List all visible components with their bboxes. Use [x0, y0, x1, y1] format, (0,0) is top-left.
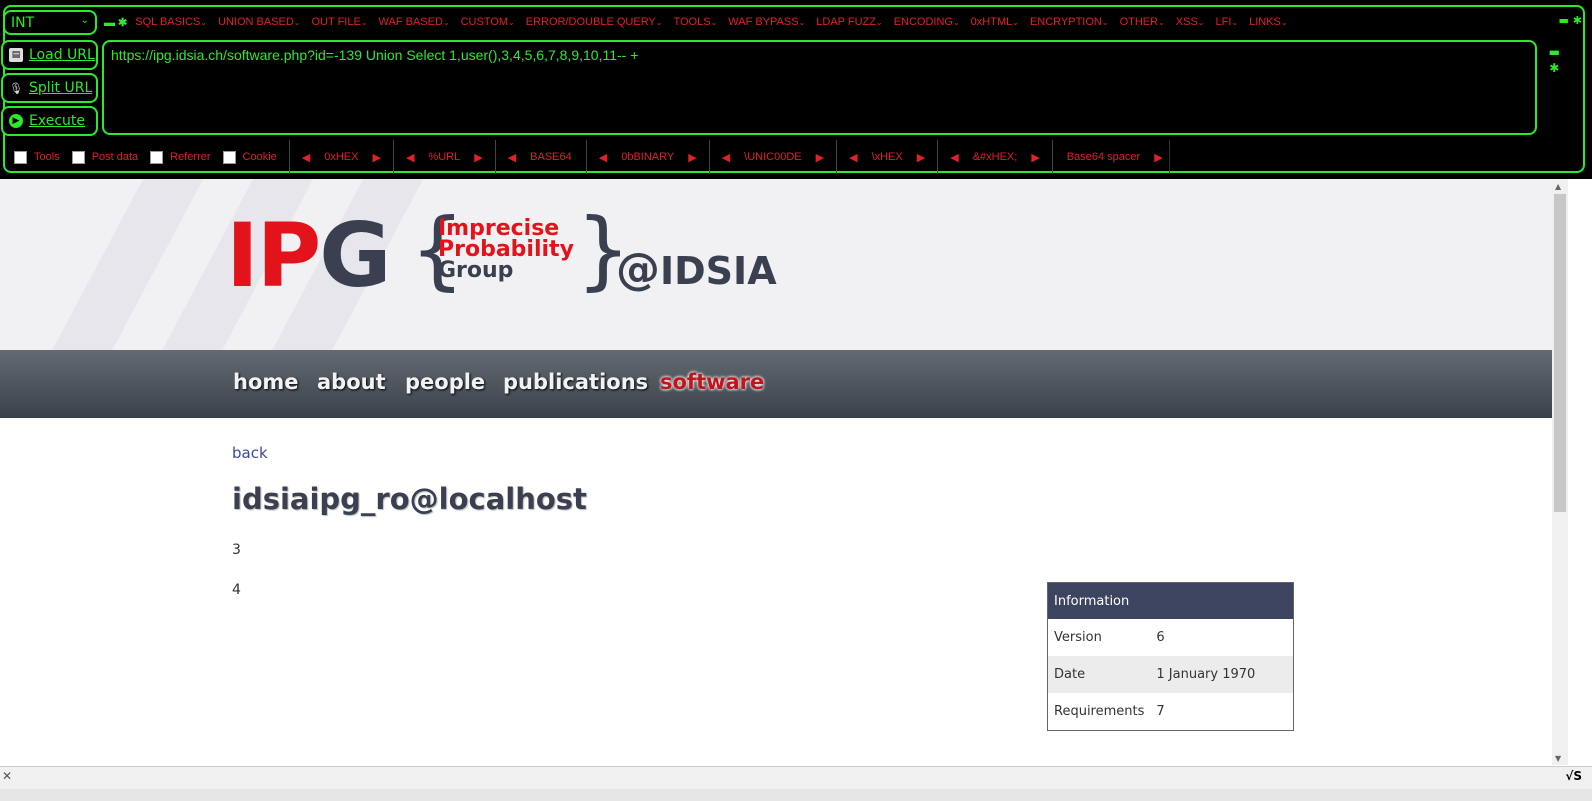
menu-ldap-fuzz[interactable]: LDAP FUZZ⌄ — [816, 16, 882, 28]
table-row: Version 6 — [1048, 619, 1294, 656]
menu-custom[interactable]: CUSTOM⌄ — [461, 16, 515, 28]
nav-software[interactable]: software — [660, 370, 764, 394]
close-icon[interactable]: ✕ — [2, 769, 12, 783]
nav-people[interactable]: people — [405, 370, 485, 394]
decode-arrow-icon[interactable]: ◀ — [508, 151, 516, 164]
scroll-down-icon[interactable]: ▼ — [1555, 754, 1561, 763]
table-row: Date 1 January 1970 — [1047, 656, 1294, 693]
nav-publications[interactable]: publications — [503, 370, 648, 394]
scrollbar-thumb[interactable] — [1554, 194, 1566, 512]
type-select[interactable]: INT ⌄ — [3, 10, 97, 35]
info-value: 7 — [1156, 704, 1165, 719]
menu-out-file[interactable]: OUT FILE⌄ — [312, 16, 368, 28]
decode-arrow-icon[interactable]: ◀ — [406, 151, 414, 164]
encode-arrow-icon[interactable]: ▶ — [688, 151, 696, 164]
post-data-checkbox[interactable]: Post data — [71, 150, 138, 164]
menu-0xhtml[interactable]: 0xHTML⌄ — [971, 16, 1019, 28]
menu-union-based[interactable]: UNION BASED⌄ — [218, 16, 301, 28]
encode-arrow-icon[interactable]: ▶ — [816, 151, 824, 164]
window-bottom-edge — [0, 789, 1592, 801]
web-page: IPG { Imprecise Probability Group } @IDS… — [0, 179, 1552, 765]
info-key: Requirements — [1054, 704, 1145, 719]
info-value: 6 — [1156, 630, 1165, 645]
decode-arrow-icon[interactable]: ◀ — [849, 151, 857, 164]
url-textarea[interactable]: https://ipg.idsia.ch/software.php?id=-13… — [102, 40, 1537, 135]
menu-xss[interactable]: XSS⌄ — [1176, 16, 1205, 28]
menu-links[interactable]: LINKS⌄ — [1249, 16, 1288, 28]
encoder-0bbinary: ◀ 0bBINARY ▶ — [585, 140, 709, 174]
scroll-up-icon[interactable]: ▲ — [1555, 182, 1561, 191]
menu-waf-based[interactable]: WAF BASED⌄ — [379, 16, 450, 28]
info-key: Date — [1047, 656, 1151, 693]
collapse-icon[interactable]: ▬ ✱ — [104, 16, 127, 29]
menu-lfi[interactable]: LFI⌄ — [1215, 16, 1238, 28]
encoder-base64-spacer: Base64 spacer ▶ — [1051, 140, 1176, 174]
tools-checkbox[interactable]: Tools — [14, 150, 60, 164]
site-banner: IPG { Imprecise Probability Group } @IDS… — [0, 179, 1552, 350]
play-icon: ▶ — [9, 114, 23, 128]
split-url-button[interactable]: 🎙 Split URL — [1, 73, 98, 103]
menu-other[interactable]: OTHER⌄ — [1120, 16, 1165, 28]
execute-button[interactable]: ▶ Execute — [1, 106, 98, 136]
decode-arrow-icon[interactable]: ◀ — [302, 151, 310, 164]
decode-arrow-icon[interactable]: ◀ — [599, 151, 607, 164]
back-link[interactable]: back — [232, 444, 268, 462]
referrer-checkbox[interactable]: Referrer — [150, 150, 211, 164]
info-table: Information Version 6 Date 1 January 197… — [1047, 582, 1294, 731]
cookie-checkbox[interactable]: Cookie — [222, 150, 277, 164]
page-title: idsiaipg_ro@localhost — [232, 482, 587, 516]
encode-arrow-icon[interactable]: ▶ — [1031, 151, 1039, 164]
url-value: https://ipg.idsia.ch/software.php?id=-13… — [111, 47, 639, 63]
decode-arrow-icon[interactable]: ◀ — [950, 151, 958, 164]
info-key: Version — [1054, 630, 1102, 645]
logo-at-idsia: @IDSIA — [616, 244, 777, 295]
menu-waf-bypass[interactable]: WAF BYPASS⌄ — [728, 16, 805, 28]
paragraph: 3 — [232, 542, 241, 558]
encode-arrow-icon[interactable]: ▶ — [474, 151, 482, 164]
encoder-xhex: ◀ \xHEX ▶ — [836, 140, 937, 174]
resize-icon[interactable]: ▬ ✱ — [1549, 44, 1560, 76]
hackbar-toolbar: INT ⌄ ▬ ✱ SQL BASICS⌄ UNION BASED⌄ OUT F… — [0, 0, 1592, 179]
menu-tools[interactable]: TOOLS⌄ — [673, 16, 717, 28]
hackbar-menu: ▬ ✱ SQL BASICS⌄ UNION BASED⌄ OUT FILE⌄ W… — [104, 14, 1299, 30]
status-right-text: √S — [1565, 769, 1582, 783]
info-table-header: Information — [1047, 582, 1294, 619]
encode-arrow-icon[interactable]: ▶ — [1154, 151, 1162, 164]
encoder-0xhex: ◀ 0xHEX ▶ — [288, 140, 393, 174]
info-value: 1 January 1970 — [1150, 656, 1294, 693]
status-bar: ✕ √S — [0, 766, 1592, 789]
main-nav: home about people publications software — [0, 350, 1552, 418]
vertical-scrollbar[interactable]: ▲ ▼ — [1552, 179, 1568, 765]
encoder-html-hex: ◀ &#xHEX; ▶ — [937, 140, 1052, 174]
nav-home[interactable]: home — [233, 370, 299, 394]
menu-encryption[interactable]: ENCRYPTION⌄ — [1030, 16, 1109, 28]
logo-ipg: IPG — [226, 204, 391, 307]
hackbar-options: Tools Post data Referrer Cookie ◀ 0xHEX ▶ … — [14, 140, 1176, 174]
menu-encoding[interactable]: ENCODING⌄ — [894, 16, 960, 28]
nav-about[interactable]: about — [317, 370, 386, 394]
table-row: Requirements 7 — [1048, 693, 1294, 731]
decode-arrow-icon[interactable]: ◀ — [722, 151, 730, 164]
expand-icon[interactable]: ▬ ✱ — [1559, 14, 1582, 27]
paragraph: 4 — [232, 582, 241, 598]
menu-sql-basics[interactable]: SQL BASICS⌄ — [135, 16, 207, 28]
chevron-down-icon: ⌄ — [80, 15, 89, 26]
encoder-base64: ◀ BASE64 — [494, 140, 586, 174]
menu-error-double-query[interactable]: ERROR/DOUBLE QUERY⌄ — [526, 16, 663, 28]
logo-words: Imprecise Probability Group — [438, 216, 574, 283]
load-icon: ▤ — [9, 48, 23, 62]
encode-arrow-icon[interactable]: ▶ — [917, 151, 925, 164]
separator — [1168, 140, 1170, 174]
split-icon: 🎙 — [9, 81, 23, 95]
load-url-button[interactable]: ▤ Load URL — [1, 40, 98, 70]
encode-arrow-icon[interactable]: ▶ — [372, 151, 380, 164]
encoder-unicode: ◀ \UNIC00DE ▶ — [708, 140, 836, 174]
type-select-value: INT — [11, 15, 35, 31]
encoder-url: ◀ %URL ▶ — [392, 140, 495, 174]
